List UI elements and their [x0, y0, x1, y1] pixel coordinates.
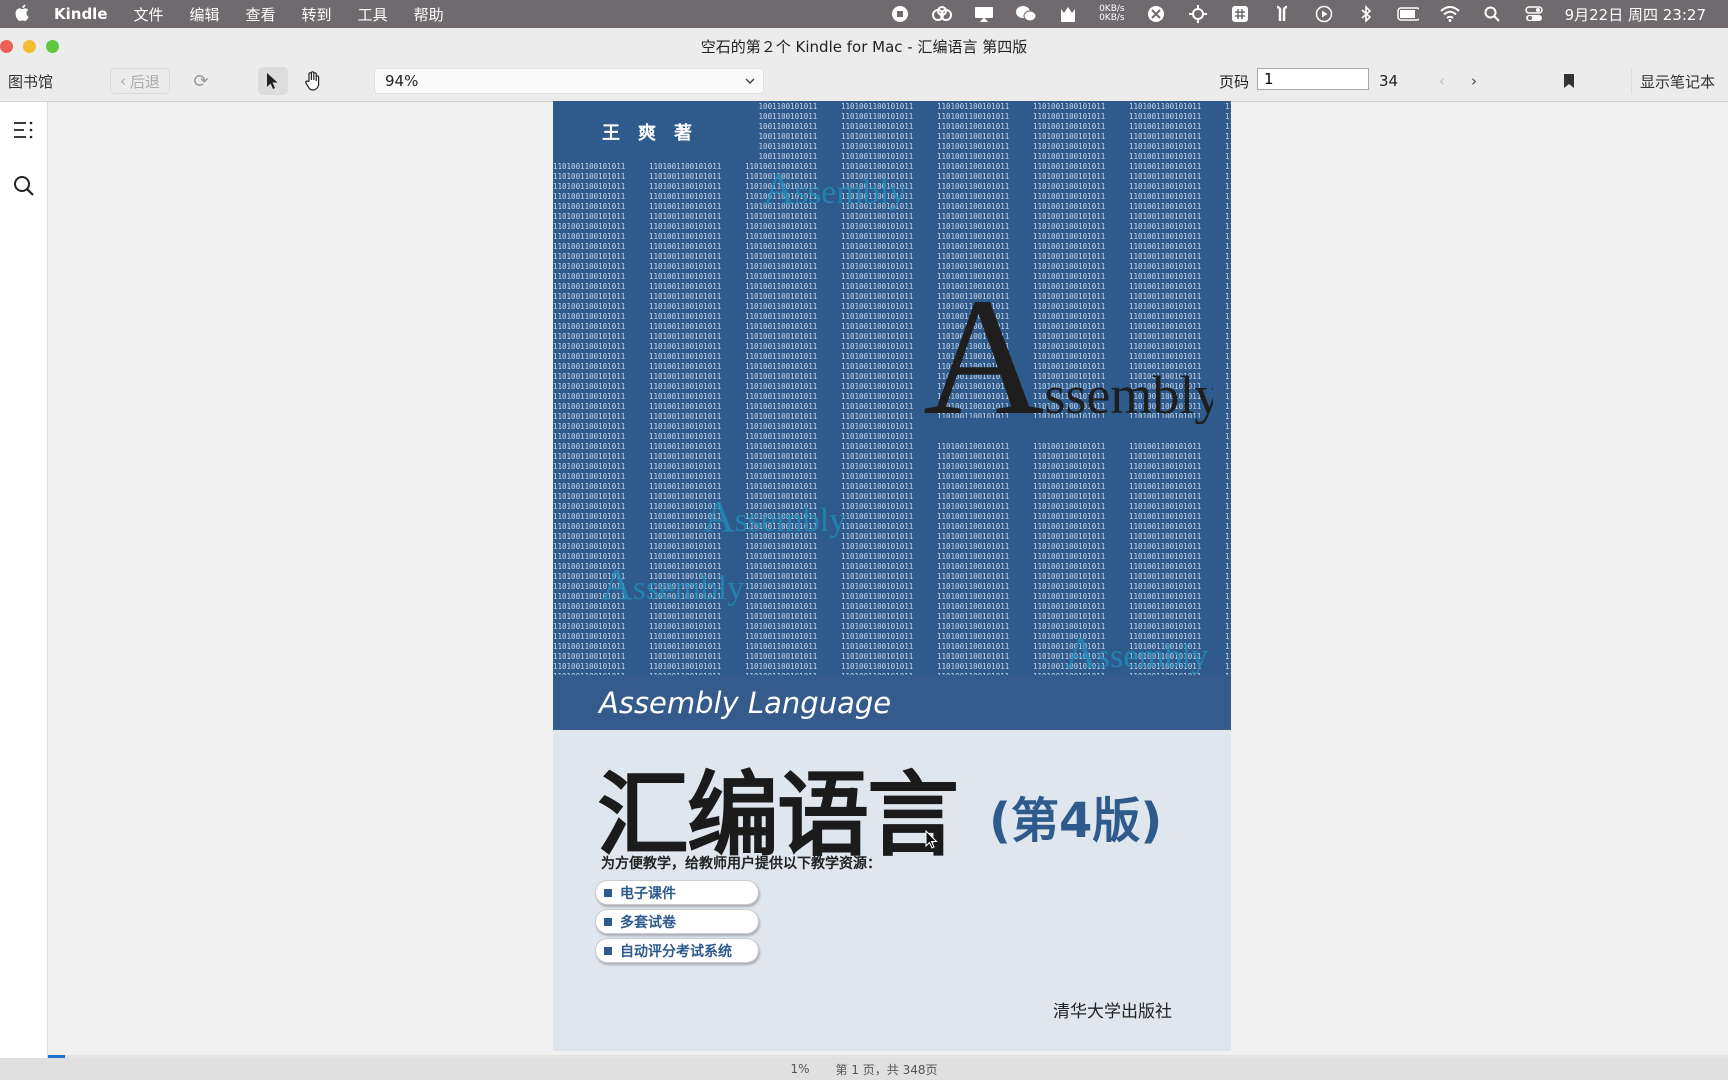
faint-assembly-word: Assembly — [601, 560, 745, 609]
resource-item: 多套试卷 — [595, 909, 759, 934]
page-total: 34 — [1379, 72, 1399, 90]
cat-icon[interactable] — [1057, 5, 1079, 23]
publisher-name: 清华大学出版社 — [1053, 1002, 1172, 1022]
close-window-button[interactable] — [0, 40, 13, 53]
menu-app-kindle[interactable]: Kindle — [44, 5, 121, 23]
airpods-icon[interactable] — [1271, 5, 1293, 23]
back-button-label: 后退 — [129, 72, 160, 91]
stop-record-icon[interactable] — [889, 5, 911, 23]
crosshair-icon[interactable] — [1187, 5, 1209, 23]
chevron-left-icon: ‹ — [119, 72, 126, 90]
creative-cloud-icon[interactable] — [931, 5, 953, 23]
bookmark-icon — [1564, 74, 1574, 88]
apple-menu-icon[interactable] — [0, 4, 44, 25]
window-titlebar: 空石的第２个 Kindle for Mac - 汇编语言 第四版 — [0, 28, 1728, 64]
chevron-down-icon — [745, 78, 755, 85]
hand-tool-button[interactable] — [298, 67, 328, 95]
list-icon — [14, 121, 33, 139]
faint-assembly-word: Assembly — [1065, 628, 1209, 677]
book-cover-page[interactable]: 1101001100101011 王爽著 Assembly Assembly A… — [553, 101, 1231, 1051]
status-bar: 1% 第 1 页，共 348页 — [0, 1058, 1728, 1080]
status-menu-area: 0KB/s 0KB/s 9月22日 周四 23:27 — [889, 4, 1728, 25]
search-icon — [14, 176, 34, 196]
bookmark-button[interactable] — [1556, 68, 1582, 94]
window-controls — [0, 40, 59, 53]
book-edition: (第4版) — [989, 793, 1163, 849]
accessibility-icon[interactable] — [1145, 5, 1167, 23]
minimize-window-button[interactable] — [23, 40, 36, 53]
play-icon[interactable] — [1313, 5, 1335, 23]
progress-percent: 1% — [790, 1062, 810, 1076]
page-number-input[interactable] — [1257, 68, 1369, 90]
faint-assembly-word: Assembly — [703, 492, 847, 541]
menu-view[interactable]: 查看 — [233, 4, 289, 25]
menu-tools[interactable]: 工具 — [345, 4, 401, 25]
chevron-left-icon: ‹ — [1439, 72, 1445, 90]
faint-assembly-word: Assembly — [763, 164, 907, 213]
wifi-icon[interactable] — [1439, 5, 1461, 23]
menubar-clock[interactable]: 9月22日 周四 23:27 — [1565, 4, 1706, 25]
menu-edit[interactable]: 编辑 — [177, 4, 233, 25]
screen-mirror-icon[interactable] — [973, 5, 995, 23]
sync-button[interactable]: ⟳ — [186, 68, 216, 94]
control-center-icon[interactable] — [1523, 5, 1545, 23]
bluetooth-icon[interactable] — [1355, 5, 1377, 23]
reader-toolbar: 图书馆 ‹ 后退 ⟳ 94% 页码 34 ‹ › 显示笔记本 — [0, 64, 1728, 102]
library-button[interactable]: 图书馆 — [6, 68, 55, 94]
wechat-icon[interactable] — [1015, 5, 1037, 23]
left-sidebar — [0, 102, 48, 1058]
table-of-contents-button[interactable] — [8, 114, 40, 146]
teaching-resources-note: 为方便教学，给教师用户提供以下教学资源： — [601, 856, 881, 872]
zoom-window-button[interactable] — [46, 40, 59, 53]
zoom-value: 94% — [385, 72, 419, 90]
arrow-pointer-icon — [267, 73, 278, 89]
hand-icon — [305, 71, 320, 91]
language-banner: Assembly Language — [553, 675, 1231, 730]
search-button[interactable] — [8, 170, 40, 202]
network-speed: 0KB/s 0KB/s — [1099, 5, 1125, 23]
battery-icon[interactable] — [1396, 5, 1419, 23]
menu-goto[interactable]: 转到 — [289, 4, 345, 25]
author-name: 王爽著 — [553, 101, 759, 163]
zoom-select[interactable]: 94% — [374, 68, 764, 94]
resource-item: 自动评分考试系统 — [595, 938, 759, 963]
page-info: 第 1 页，共 348页 — [835, 1062, 938, 1077]
previous-page-button[interactable]: ‹ — [1430, 68, 1454, 94]
menu-help[interactable]: 帮助 — [401, 4, 457, 25]
window-title: 空石的第２个 Kindle for Mac - 汇编语言 第四版 — [700, 37, 1028, 56]
resource-item: 电子课件 — [595, 880, 759, 905]
back-button[interactable]: ‹ 后退 — [110, 68, 170, 94]
next-page-button[interactable]: › — [1462, 68, 1486, 94]
assembly-title-word: Assembly — [923, 279, 1213, 424]
chevron-right-icon: › — [1471, 72, 1477, 90]
svg-text:Assembly: Assembly — [923, 279, 1213, 424]
net-down: 0KB/s — [1099, 13, 1125, 23]
menu-file[interactable]: 文件 — [121, 4, 177, 25]
sync-icon: ⟳ — [193, 70, 209, 92]
mouse-cursor-icon — [925, 830, 938, 849]
input-method-icon[interactable] — [1229, 5, 1251, 23]
spotlight-search-icon[interactable] — [1481, 5, 1503, 23]
show-notebook-button[interactable]: 显示笔记本 — [1631, 68, 1723, 94]
selection-tool-button[interactable] — [258, 67, 288, 95]
menu-bar: Kindle 文件 编辑 查看 转到 工具 帮助 0KB/s 0KB/s 9月22… — [0, 0, 1728, 28]
page-label: 页码 — [1219, 72, 1250, 91]
